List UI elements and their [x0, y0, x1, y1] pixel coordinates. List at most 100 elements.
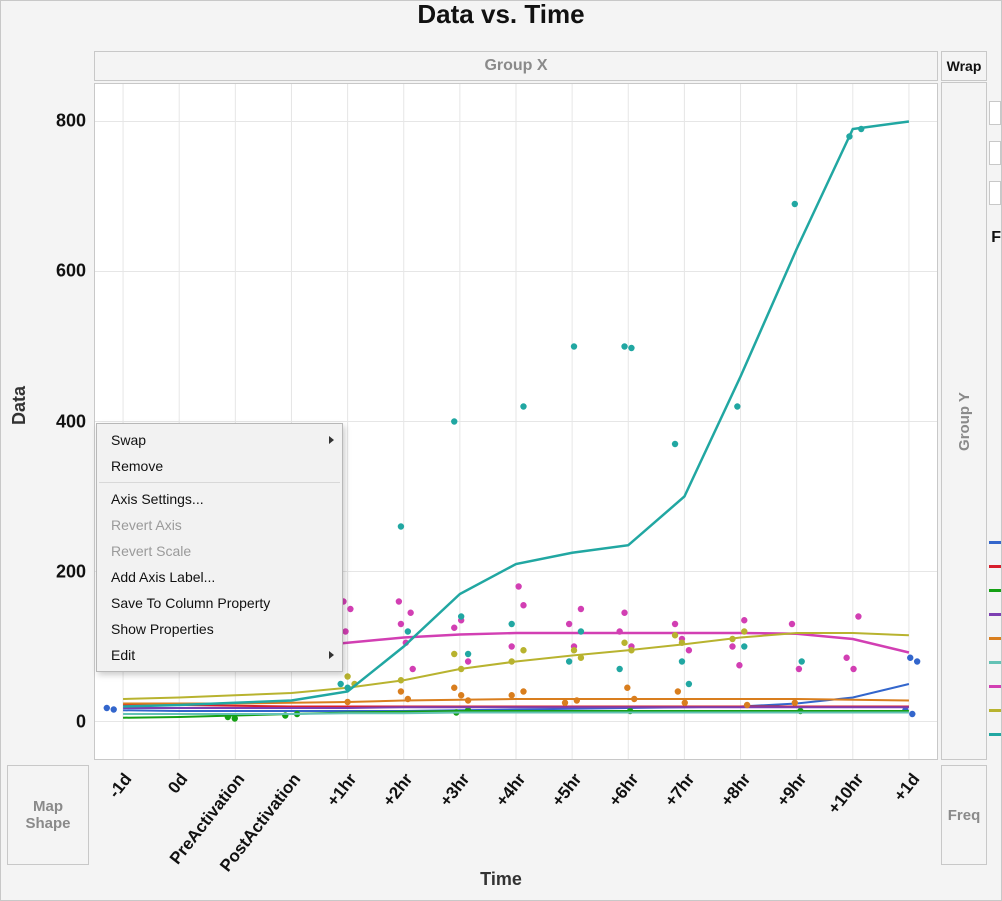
series-point-teal[interactable]: [616, 666, 622, 672]
axis-context-menu[interactable]: SwapRemoveAxis Settings...Revert AxisRev…: [96, 423, 343, 672]
series-point-orange[interactable]: [792, 700, 798, 706]
series-point-orange[interactable]: [631, 696, 637, 702]
series-point-olive[interactable]: [741, 628, 747, 634]
series-point-magenta[interactable]: [789, 621, 795, 627]
series-point-blue[interactable]: [914, 658, 920, 664]
series-point-teal[interactable]: [405, 628, 411, 634]
series-point-teal[interactable]: [734, 403, 740, 409]
series-point-green[interactable]: [232, 715, 238, 721]
series-point-magenta[interactable]: [578, 606, 584, 612]
series-point-olive[interactable]: [520, 647, 526, 653]
series-point-magenta[interactable]: [616, 628, 622, 634]
wrap-panel[interactable]: Wrap: [941, 51, 987, 81]
series-point-olive[interactable]: [628, 647, 634, 653]
series-point-teal[interactable]: [398, 523, 404, 529]
series-point-magenta[interactable]: [342, 628, 348, 634]
series-point-magenta[interactable]: [396, 598, 402, 604]
series-point-orange[interactable]: [682, 700, 688, 706]
series-point-orange[interactable]: [398, 688, 404, 694]
series-point-magenta[interactable]: [741, 617, 747, 623]
series-point-teal[interactable]: [458, 613, 464, 619]
series-point-magenta[interactable]: [515, 583, 521, 589]
series-point-magenta[interactable]: [410, 666, 416, 672]
series-point-teal[interactable]: [741, 643, 747, 649]
series-point-teal[interactable]: [344, 685, 350, 691]
column-group-header[interactable]: Group X: [94, 51, 938, 81]
series-point-orange[interactable]: [744, 702, 750, 708]
series-point-orange[interactable]: [520, 688, 526, 694]
map-shape-panel[interactable]: Map Shape: [7, 765, 89, 865]
row-group-header[interactable]: Group Y: [941, 82, 987, 760]
series-point-olive[interactable]: [344, 673, 350, 679]
series-point-olive[interactable]: [458, 666, 464, 672]
y-axis-ticks[interactable]: 0200400600800: [34, 83, 90, 760]
series-point-olive[interactable]: [621, 640, 627, 646]
series-point-magenta[interactable]: [347, 606, 353, 612]
series-point-teal[interactable]: [520, 403, 526, 409]
series-point-orange[interactable]: [344, 699, 350, 705]
menu-item-edit[interactable]: Edit: [97, 642, 342, 668]
series-point-magenta[interactable]: [855, 613, 861, 619]
series-point-olive[interactable]: [679, 640, 685, 646]
x-axis-ticks[interactable]: -1d0dPreActivationPostActivation+1hr+2hr…: [94, 765, 938, 865]
series-point-orange[interactable]: [675, 688, 681, 694]
menu-item-swap[interactable]: Swap: [97, 427, 342, 453]
series-point-magenta[interactable]: [621, 610, 627, 616]
menu-item-axis[interactable]: Axis Settings...: [97, 486, 342, 512]
series-point-orange[interactable]: [465, 697, 471, 703]
series-point-magenta[interactable]: [407, 610, 413, 616]
series-point-magenta[interactable]: [672, 621, 678, 627]
series-point-teal[interactable]: [628, 345, 634, 351]
series-point-teal[interactable]: [578, 628, 584, 634]
series-point-teal[interactable]: [566, 658, 572, 664]
series-point-magenta[interactable]: [398, 621, 404, 627]
series-point-orange[interactable]: [562, 700, 568, 706]
series-point-blue[interactable]: [907, 655, 913, 661]
series-point-magenta[interactable]: [843, 655, 849, 661]
menu-item-remove[interactable]: Remove: [97, 453, 342, 479]
series-point-blue[interactable]: [111, 706, 117, 712]
series-point-olive[interactable]: [729, 636, 735, 642]
series-point-teal[interactable]: [846, 133, 852, 139]
series-point-magenta[interactable]: [796, 666, 802, 672]
series-point-teal[interactable]: [451, 418, 457, 424]
series-point-magenta[interactable]: [736, 662, 742, 668]
series-point-orange[interactable]: [509, 692, 515, 698]
series-point-magenta[interactable]: [451, 625, 457, 631]
series-point-magenta[interactable]: [566, 621, 572, 627]
series-point-orange[interactable]: [458, 692, 464, 698]
series-point-magenta[interactable]: [729, 643, 735, 649]
series-point-blue[interactable]: [909, 711, 915, 717]
y-axis-title[interactable]: Data: [7, 51, 31, 760]
series-point-teal[interactable]: [799, 658, 805, 664]
x-axis-title[interactable]: Time: [1, 869, 1001, 890]
series-point-blue[interactable]: [104, 705, 110, 711]
series-point-orange[interactable]: [624, 685, 630, 691]
series-point-teal[interactable]: [465, 651, 471, 657]
series-point-magenta[interactable]: [686, 647, 692, 653]
series-point-orange[interactable]: [574, 697, 580, 703]
series-point-magenta[interactable]: [850, 666, 856, 672]
series-point-teal[interactable]: [509, 621, 515, 627]
menu-item-showprop[interactable]: Show Properties: [97, 616, 342, 642]
series-point-teal[interactable]: [792, 201, 798, 207]
series-point-teal[interactable]: [621, 343, 627, 349]
series-point-olive[interactable]: [509, 658, 515, 664]
series-point-teal[interactable]: [337, 681, 343, 687]
menu-item-savecol[interactable]: Save To Column Property: [97, 590, 342, 616]
menu-item-addlabel[interactable]: Add Axis Label...: [97, 564, 342, 590]
series-point-olive[interactable]: [571, 647, 577, 653]
series-point-olive[interactable]: [672, 632, 678, 638]
series-point-teal[interactable]: [858, 126, 864, 132]
series-point-olive[interactable]: [398, 677, 404, 683]
series-point-magenta[interactable]: [520, 602, 526, 608]
series-point-teal[interactable]: [686, 681, 692, 687]
series-point-olive[interactable]: [451, 651, 457, 657]
series-point-teal[interactable]: [672, 441, 678, 447]
series-point-orange[interactable]: [451, 685, 457, 691]
series-point-olive[interactable]: [578, 655, 584, 661]
series-point-magenta[interactable]: [509, 643, 515, 649]
series-point-teal[interactable]: [679, 658, 685, 664]
series-point-orange[interactable]: [405, 696, 411, 702]
series-point-magenta[interactable]: [465, 658, 471, 664]
